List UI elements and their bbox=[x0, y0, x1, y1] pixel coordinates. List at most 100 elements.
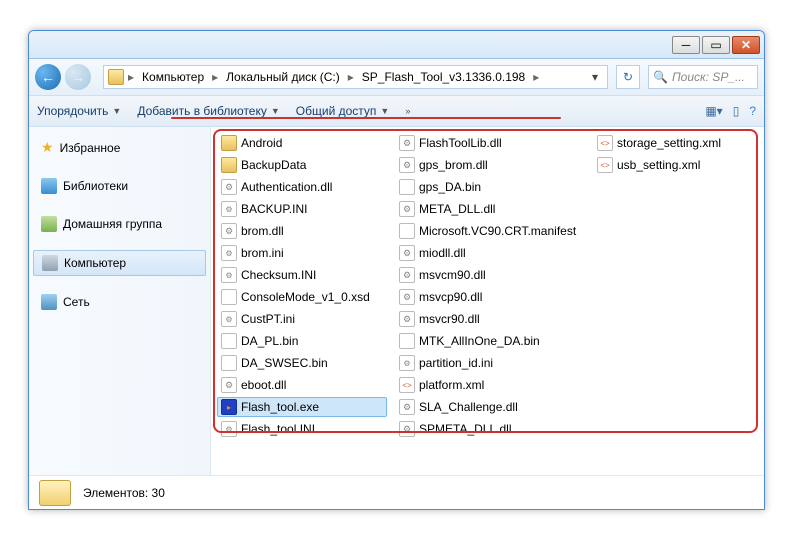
file-name: Authentication.dll bbox=[241, 180, 332, 194]
file-name: BackupData bbox=[241, 158, 306, 172]
minimize-button[interactable]: ─ bbox=[672, 36, 700, 54]
close-button[interactable]: ✕ bbox=[732, 36, 760, 54]
file-name: gps_DA.bin bbox=[419, 180, 481, 194]
star-icon: ★ bbox=[41, 139, 54, 156]
help-button[interactable]: ? bbox=[749, 104, 756, 118]
maximize-button[interactable]: ▭ bbox=[702, 36, 730, 54]
file-item[interactable]: msvcr90.dll bbox=[395, 309, 585, 329]
manic-icon bbox=[399, 223, 415, 239]
breadcrumb-drive[interactable]: Локальный диск (C:) bbox=[222, 70, 344, 84]
add-library-button[interactable]: Добавить в библиотеку▼ bbox=[137, 104, 279, 118]
file-item[interactable]: DA_SWSEC.bin bbox=[217, 353, 387, 373]
sidebar-network[interactable]: Сеть bbox=[33, 290, 206, 314]
forward-button[interactable]: → bbox=[65, 64, 91, 90]
dll-icon bbox=[399, 267, 415, 283]
file-name: Microsoft.VC90.CRT.manifest bbox=[419, 224, 576, 238]
search-icon: 🔍 bbox=[653, 70, 668, 84]
sidebar-homegroup[interactable]: Домашняя группа bbox=[33, 212, 206, 236]
main-area: ★Избранное Библиотеки Домашняя группа Ко… bbox=[29, 127, 764, 475]
file-item[interactable]: DA_PL.bin bbox=[217, 331, 387, 351]
xmlic-icon bbox=[597, 157, 613, 173]
file-item[interactable]: brom.dll bbox=[217, 221, 387, 241]
chevron-right-icon[interactable]: ▸ bbox=[210, 70, 220, 84]
file-name: CustPT.ini bbox=[241, 312, 295, 326]
file-item[interactable]: MTK_AllInOne_DA.bin bbox=[395, 331, 585, 351]
navbar: ← → ▸ Компьютер ▸ Локальный диск (C:) ▸ … bbox=[29, 59, 764, 95]
file-name: BACKUP.INI bbox=[241, 202, 307, 216]
file-item[interactable]: CustPT.ini bbox=[217, 309, 387, 329]
sidebar-computer[interactable]: Компьютер bbox=[33, 250, 206, 276]
organize-button[interactable]: Упорядочить▼ bbox=[37, 104, 121, 118]
file-item[interactable]: BACKUP.INI bbox=[217, 199, 387, 219]
view-button[interactable]: ▦▾ bbox=[705, 104, 722, 118]
iniic-icon bbox=[399, 355, 415, 371]
file-name: partition_id.ini bbox=[419, 356, 493, 370]
file-item[interactable]: usb_setting.xml bbox=[593, 155, 753, 175]
file-item[interactable]: Flash_tool.INI bbox=[217, 419, 387, 439]
file-item[interactable]: gps_brom.dll bbox=[395, 155, 585, 175]
file-name: SPMETA_DLL.dll bbox=[419, 422, 511, 436]
dll-icon bbox=[399, 157, 415, 173]
breadcrumb-computer[interactable]: Компьютер bbox=[138, 70, 208, 84]
toolbar-chevron[interactable]: » bbox=[405, 106, 410, 116]
dll-icon bbox=[399, 289, 415, 305]
dll-icon bbox=[399, 421, 415, 437]
xsdic-icon bbox=[221, 289, 237, 305]
iniic-icon bbox=[221, 245, 237, 261]
dll-icon bbox=[399, 311, 415, 327]
chevron-right-icon[interactable]: ▸ bbox=[531, 70, 541, 84]
file-item[interactable]: SLA_Challenge.dll bbox=[395, 397, 585, 417]
sidebar-favorites[interactable]: ★Избранное bbox=[33, 135, 206, 160]
breadcrumb[interactable]: ▸ Компьютер ▸ Локальный диск (C:) ▸ SP_F… bbox=[103, 65, 608, 89]
file-item[interactable]: msvcm90.dll bbox=[395, 265, 585, 285]
file-item[interactable]: partition_id.ini bbox=[395, 353, 585, 373]
chevron-right-icon[interactable]: ▸ bbox=[346, 70, 356, 84]
sidebar-libraries[interactable]: Библиотеки bbox=[33, 174, 206, 198]
file-item[interactable]: gps_DA.bin bbox=[395, 177, 585, 197]
file-name: msvcr90.dll bbox=[419, 312, 480, 326]
file-item[interactable]: FlashToolLib.dll bbox=[395, 133, 585, 153]
dll-icon bbox=[221, 223, 237, 239]
preview-pane-button[interactable]: ▯ bbox=[733, 104, 740, 118]
binic-icon bbox=[399, 333, 415, 349]
search-input[interactable]: 🔍 Поиск: SP_... bbox=[648, 65, 758, 89]
back-button[interactable]: ← bbox=[35, 64, 61, 90]
refresh-button[interactable]: ↻ bbox=[616, 65, 640, 89]
breadcrumb-dropdown[interactable]: ▾ bbox=[587, 70, 603, 84]
folder-icon bbox=[221, 135, 237, 151]
file-item[interactable]: Checksum.INI bbox=[217, 265, 387, 285]
file-item[interactable]: miodll.dll bbox=[395, 243, 585, 263]
xmlic-icon bbox=[597, 135, 613, 151]
chevron-right-icon[interactable]: ▸ bbox=[126, 70, 136, 84]
file-pane[interactable]: Android BackupData Authentication.dll BACKU… bbox=[211, 127, 764, 475]
file-name: eboot.dll bbox=[241, 378, 286, 392]
file-column: FlashToolLib.dllgps_brom.dll gps_DA.bin ME… bbox=[395, 133, 585, 439]
file-item[interactable]: BackupData bbox=[217, 155, 387, 175]
file-item[interactable]: META_DLL.dll bbox=[395, 199, 585, 219]
file-item[interactable]: storage_setting.xml bbox=[593, 133, 753, 153]
file-item[interactable]: Microsoft.VC90.CRT.manifest bbox=[395, 221, 585, 241]
file-item[interactable]: SPMETA_DLL.dll bbox=[395, 419, 585, 439]
chevron-down-icon: ▼ bbox=[271, 106, 280, 116]
file-name: MTK_AllInOne_DA.bin bbox=[419, 334, 540, 348]
file-item[interactable]: Authentication.dll bbox=[217, 177, 387, 197]
chevron-down-icon: ▼ bbox=[380, 106, 389, 116]
iniic-icon bbox=[221, 311, 237, 327]
file-item[interactable]: ConsoleMode_v1_0.xsd bbox=[217, 287, 387, 307]
breadcrumb-folder[interactable]: SP_Flash_Tool_v3.1336.0.198 bbox=[358, 70, 529, 84]
titlebar: ─ ▭ ✕ bbox=[29, 31, 764, 59]
dll-icon bbox=[399, 201, 415, 217]
dll-icon bbox=[221, 179, 237, 195]
file-item[interactable]: eboot.dll bbox=[217, 375, 387, 395]
file-column: Android BackupData Authentication.dll BACKU… bbox=[217, 133, 387, 439]
file-item[interactable]: Flash_tool.exe bbox=[217, 397, 387, 417]
file-item[interactable]: msvcp90.dll bbox=[395, 287, 585, 307]
file-item[interactable]: brom.ini bbox=[217, 243, 387, 263]
file-item[interactable]: platform.xml bbox=[395, 375, 585, 395]
file-item[interactable]: Android bbox=[217, 133, 387, 153]
dll-icon bbox=[399, 245, 415, 261]
share-button[interactable]: Общий доступ▼ bbox=[296, 104, 390, 118]
dll-icon bbox=[221, 377, 237, 393]
binic-icon bbox=[399, 179, 415, 195]
library-icon bbox=[41, 178, 57, 194]
